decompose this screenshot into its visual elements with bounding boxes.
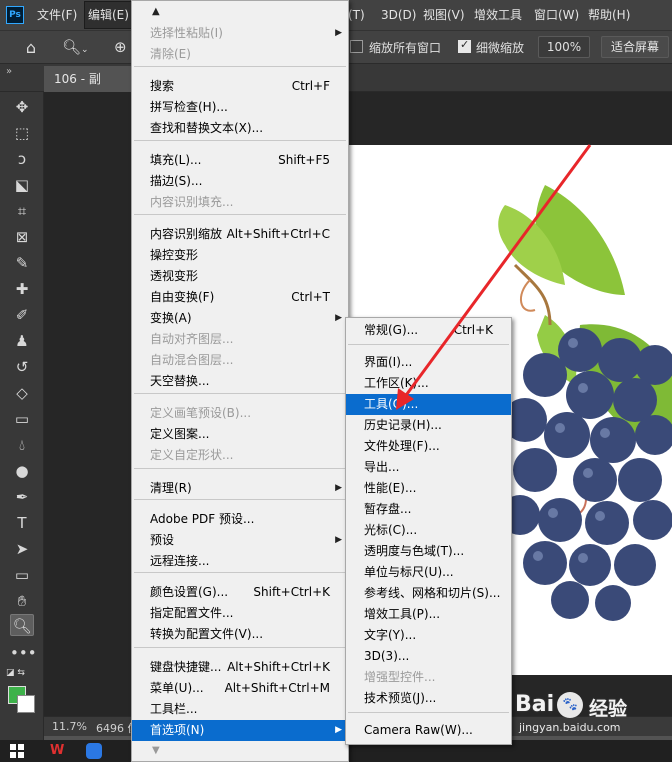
- red-arrow-annotation: [396, 144, 592, 410]
- baidu-paw-icon: 🐾︎: [557, 692, 583, 718]
- watermark-brand-suffix: 经验: [589, 698, 628, 720]
- watermark-url: jingyan.baidu.com: [519, 721, 621, 734]
- watermark-brand: Bai: [515, 692, 555, 717]
- baidu-jingyan-watermark: Bai 🐾︎ 经验 jingyan.baidu.com: [505, 688, 665, 738]
